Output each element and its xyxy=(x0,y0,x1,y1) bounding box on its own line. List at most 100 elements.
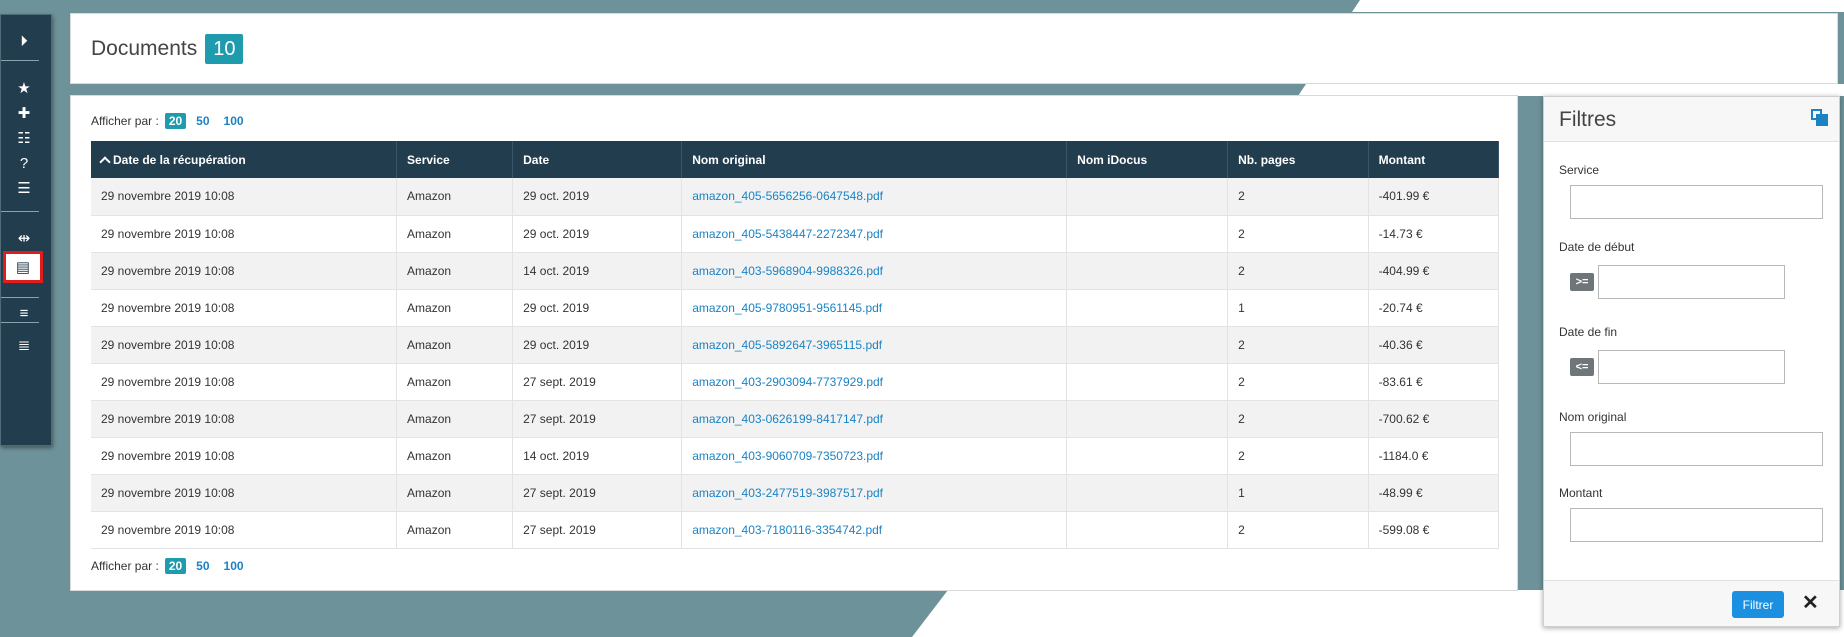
sidebar-divider xyxy=(1,322,39,323)
documents-panel: Afficher par : 20 50 100 Date de la récu… xyxy=(70,95,1518,591)
per-page-selector-top: Afficher par : 20 50 100 xyxy=(91,113,248,129)
help-icon[interactable]: ? xyxy=(7,151,41,175)
cell-date: 29 oct. 2019 xyxy=(512,215,683,253)
text-icon[interactable]: ≣ xyxy=(7,333,41,357)
cell-original-name: amazon_403-2903094-7737929.pdf xyxy=(681,363,1068,401)
cell-amount: -83.61 € xyxy=(1368,363,1500,401)
sidebar-divider xyxy=(1,211,39,212)
per-page-option-100[interactable]: 100 xyxy=(220,558,248,574)
per-page-option-20[interactable]: 20 xyxy=(164,113,187,129)
cell-idocus-name xyxy=(1066,252,1229,290)
cell-original-name: amazon_403-5968904-9988326.pdf xyxy=(681,252,1068,290)
document-link[interactable]: amazon_405-5438447-2272347.pdf xyxy=(692,227,883,241)
per-page-option-100[interactable]: 100 xyxy=(220,113,248,129)
cell-amount: -401.99 € xyxy=(1368,178,1500,216)
cell-page-count: 1 xyxy=(1227,474,1369,512)
cell-retrieval-date: 29 novembre 2019 10:08 xyxy=(91,252,398,290)
cell-date: 14 oct. 2019 xyxy=(512,437,683,475)
cell-amount: -404.99 € xyxy=(1368,252,1500,290)
list-icon[interactable]: ☰ xyxy=(7,176,41,200)
document-link[interactable]: amazon_403-2477519-3987517.pdf xyxy=(692,486,883,500)
cell-retrieval-date: 29 novembre 2019 10:08 xyxy=(91,178,398,216)
table-row: 29 novembre 2019 10:08 Amazon 29 oct. 2019… xyxy=(91,178,1500,216)
cell-date: 27 sept. 2019 xyxy=(512,474,683,512)
column-header-service[interactable]: Service xyxy=(396,141,514,178)
per-page-label: Afficher par : xyxy=(91,114,159,128)
table-row: 29 novembre 2019 10:08 Amazon 29 oct. 2019… xyxy=(91,289,1500,327)
document-link[interactable]: amazon_403-0626199-8417147.pdf xyxy=(692,412,883,426)
table-row: 29 novembre 2019 10:08 Amazon 27 sept. 201… xyxy=(91,474,1500,512)
document-link[interactable]: amazon_405-5892647-3965115.pdf xyxy=(692,338,882,352)
column-header-date[interactable]: Date xyxy=(512,141,683,178)
start-date-filter-label: Date de début xyxy=(1559,240,1635,254)
per-page-option-50[interactable]: 50 xyxy=(192,113,213,129)
end-date-filter-input[interactable] xyxy=(1598,350,1785,384)
cell-service: Amazon xyxy=(396,437,514,475)
cell-date: 27 sept. 2019 xyxy=(512,511,683,549)
cell-idocus-name xyxy=(1066,474,1229,512)
cell-amount: -48.99 € xyxy=(1368,474,1500,512)
filters-footer: Filtrer ✕ xyxy=(1544,580,1839,626)
document-link[interactable]: amazon_403-9060709-7350723.pdf xyxy=(692,449,883,463)
per-page-option-50[interactable]: 50 xyxy=(192,558,213,574)
cell-amount: -20.74 € xyxy=(1368,289,1500,327)
document-link[interactable]: amazon_405-9780951-9561145.pdf xyxy=(692,301,882,315)
cell-idocus-name xyxy=(1066,511,1229,549)
page-title-text: Documents xyxy=(91,37,198,60)
cell-page-count: 2 xyxy=(1227,252,1369,290)
per-page-selector-bottom: Afficher par : 20 50 100 xyxy=(91,558,248,574)
cell-date: 29 oct. 2019 xyxy=(512,326,683,364)
dashboard-list-icon[interactable]: ☷ xyxy=(7,126,41,150)
page-title: Documents 10 xyxy=(91,34,244,64)
cell-retrieval-date: 29 novembre 2019 10:08 xyxy=(91,400,398,438)
cell-idocus-name xyxy=(1066,178,1229,216)
cell-service: Amazon xyxy=(396,289,514,327)
amount-filter-input[interactable] xyxy=(1570,508,1823,542)
cell-page-count: 1 xyxy=(1227,289,1369,327)
document-link[interactable]: amazon_403-7180116-3354742.pdf xyxy=(692,523,882,537)
cell-service: Amazon xyxy=(396,215,514,253)
column-header-amount[interactable]: Montant xyxy=(1368,141,1500,178)
cell-amount: -1184.0 € xyxy=(1368,437,1500,475)
cell-amount: -14.73 € xyxy=(1368,215,1500,253)
close-icon[interactable]: ✕ xyxy=(1802,593,1819,613)
column-header-idocus-name[interactable]: Nom iDocus xyxy=(1066,141,1229,178)
cell-original-name: amazon_403-7180116-3354742.pdf xyxy=(681,511,1068,549)
cell-page-count: 2 xyxy=(1227,178,1369,216)
original-name-filter-input[interactable] xyxy=(1570,432,1823,466)
document-link[interactable]: amazon_403-5968904-9988326.pdf xyxy=(692,264,883,278)
cell-page-count: 2 xyxy=(1227,363,1369,401)
document-link[interactable]: amazon_405-5656256-0647548.pdf xyxy=(692,189,883,203)
service-filter-label: Service xyxy=(1559,163,1600,177)
table-header-row: Date de la récupération Service Date Nom… xyxy=(91,141,1500,178)
cell-idocus-name xyxy=(1066,215,1229,253)
column-header-original-name[interactable]: Nom original xyxy=(681,141,1068,178)
filters-header: Filtres xyxy=(1544,97,1839,142)
service-filter-input[interactable] xyxy=(1570,185,1823,219)
cell-service: Amazon xyxy=(396,474,514,512)
compare-icon[interactable]: ⇹ xyxy=(7,226,41,250)
per-page-option-20[interactable]: 20 xyxy=(164,558,187,574)
column-header-retrieval-date[interactable]: Date de la récupération xyxy=(91,141,398,178)
cell-page-count: 2 xyxy=(1227,215,1369,253)
sidebar-divider xyxy=(1,297,39,298)
plus-icon[interactable]: ✚ xyxy=(7,101,41,125)
cell-idocus-name xyxy=(1066,363,1229,401)
cell-retrieval-date: 29 novembre 2019 10:08 xyxy=(91,437,398,475)
cell-original-name: amazon_405-5438447-2272347.pdf xyxy=(681,215,1068,253)
expand-icon[interactable] xyxy=(1811,109,1828,126)
document-icon[interactable]: ▤ xyxy=(3,251,43,283)
cell-service: Amazon xyxy=(396,252,514,290)
star-icon[interactable]: ★ xyxy=(7,76,41,100)
documents-count-badge: 10 xyxy=(205,34,244,64)
cell-date: 27 sept. 2019 xyxy=(512,400,683,438)
per-page-label: Afficher par : xyxy=(91,559,159,573)
filter-button[interactable]: Filtrer xyxy=(1732,591,1784,618)
start-date-filter-input[interactable] xyxy=(1598,265,1785,299)
expand-arrow-icon[interactable]: ⏵ xyxy=(7,29,41,53)
document-link[interactable]: amazon_403-2903094-7737929.pdf xyxy=(692,375,883,389)
column-header-page-count[interactable]: Nb. pages xyxy=(1227,141,1369,178)
original-name-filter-label: Nom original xyxy=(1559,410,1627,424)
cell-date: 29 oct. 2019 xyxy=(512,289,683,327)
less-equal-badge: <= xyxy=(1570,358,1594,376)
